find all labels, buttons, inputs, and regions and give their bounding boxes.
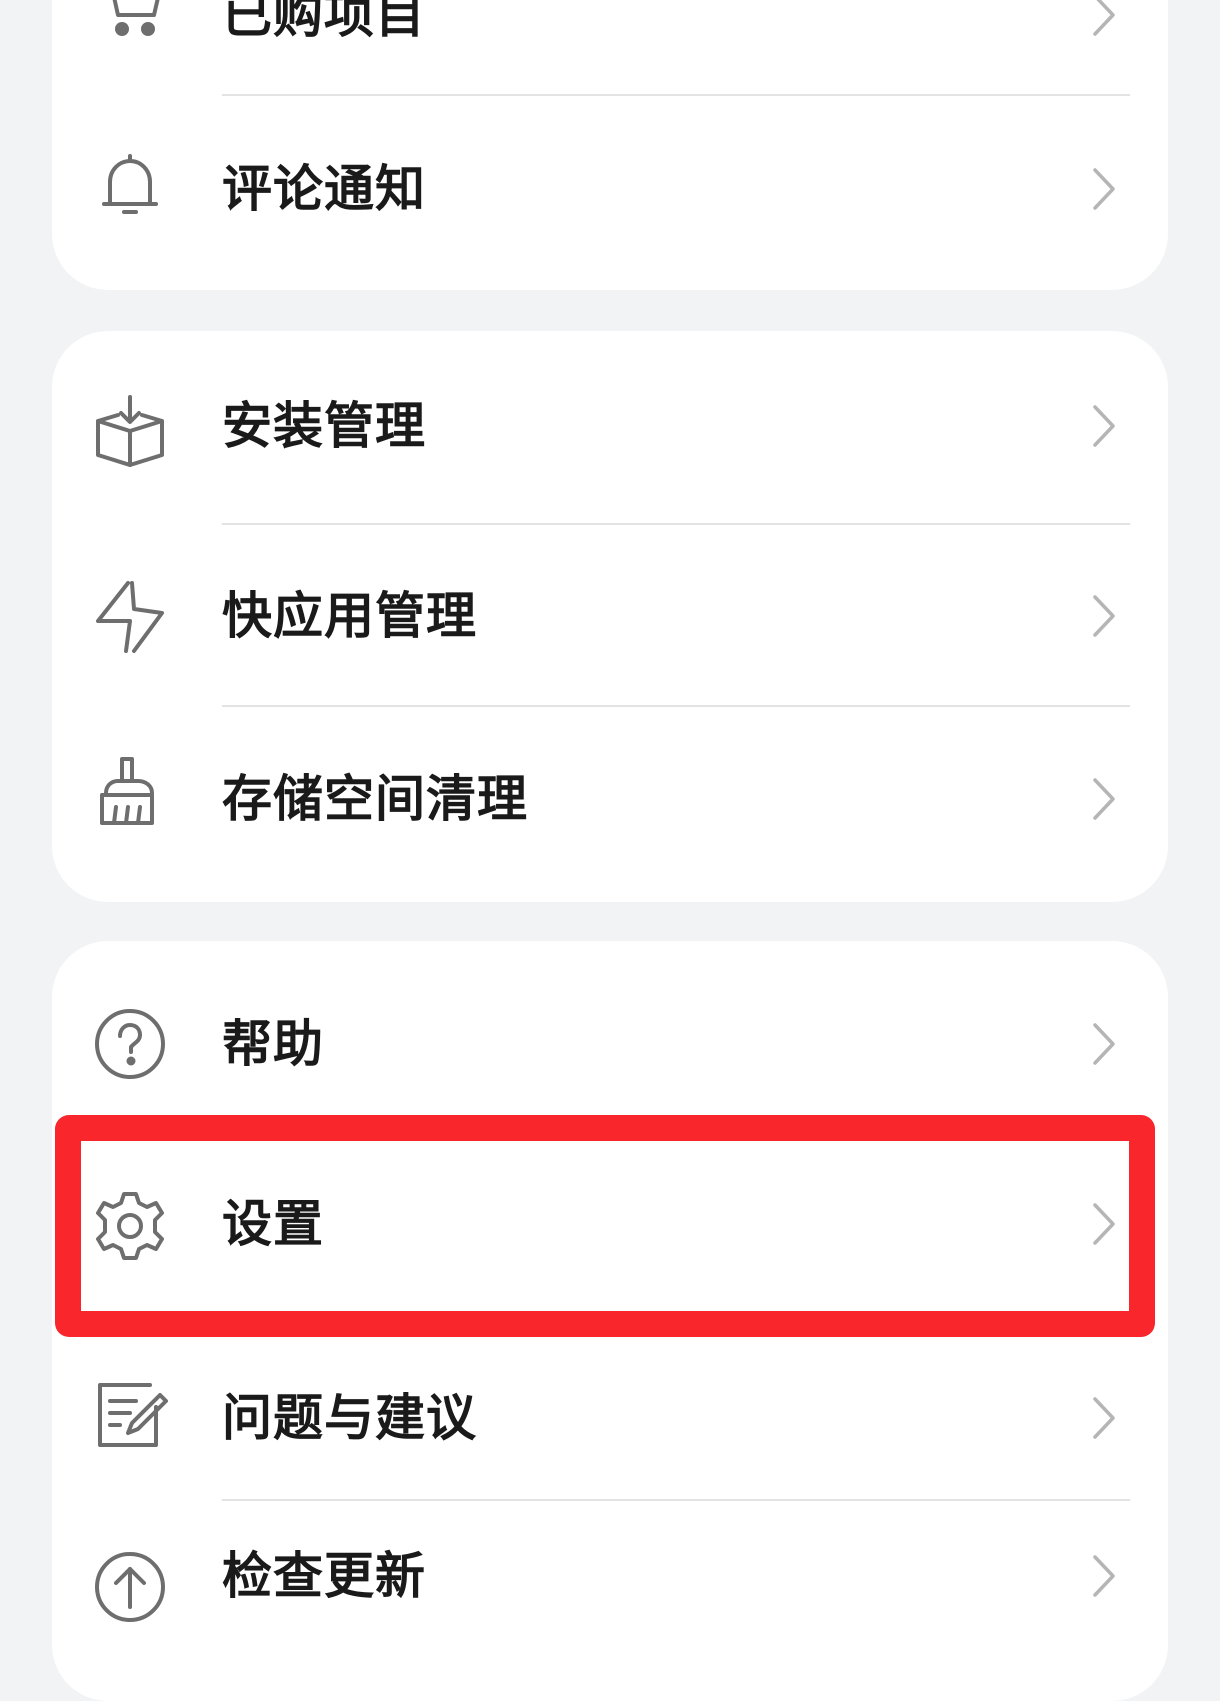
upload-circle-icon bbox=[92, 1549, 168, 1625]
chevron-right-icon bbox=[1089, 774, 1119, 824]
broom-icon bbox=[92, 753, 168, 829]
menu-card-purchases: 已购项目 评论通知 bbox=[52, 0, 1168, 290]
menu-item-install-management[interactable]: 安装管理 bbox=[52, 331, 1168, 521]
install-box-icon bbox=[92, 393, 168, 469]
menu-item-label: 设置 bbox=[222, 1195, 324, 1253]
feedback-edit-icon bbox=[92, 1377, 168, 1453]
chevron-right-icon bbox=[1089, 164, 1119, 214]
menu-item-label: 快应用管理 bbox=[222, 587, 477, 645]
gear-icon bbox=[92, 1188, 168, 1264]
menu-item-feedback[interactable]: 问题与建议 bbox=[52, 1335, 1168, 1499]
chevron-right-icon bbox=[1089, 0, 1119, 40]
menu-item-label: 评论通知 bbox=[222, 160, 426, 218]
menu-card-support: 帮助 设置 问题与建议 检查更新 bbox=[52, 941, 1168, 1701]
lightning-icon bbox=[92, 579, 168, 655]
menu-item-purchased[interactable]: 已购项目 bbox=[52, 0, 1168, 90]
menu-item-comment-notifications[interactable]: 评论通知 bbox=[52, 96, 1168, 276]
help-circle-icon bbox=[92, 1006, 168, 1082]
chevron-right-icon bbox=[1089, 1199, 1119, 1249]
chevron-right-icon bbox=[1089, 1019, 1119, 1069]
chevron-right-icon bbox=[1089, 1551, 1119, 1601]
chevron-right-icon bbox=[1089, 401, 1119, 451]
menu-item-quick-app-management[interactable]: 快应用管理 bbox=[52, 525, 1168, 705]
menu-item-check-updates[interactable]: 检查更新 bbox=[52, 1501, 1168, 1701]
menu-item-label: 已购项目 bbox=[222, 0, 426, 44]
menu-item-label: 检查更新 bbox=[222, 1547, 426, 1605]
shopping-cart-icon bbox=[92, 0, 168, 43]
menu-item-label: 问题与建议 bbox=[222, 1389, 477, 1447]
bell-icon bbox=[92, 148, 168, 224]
menu-item-label: 存储空间清理 bbox=[222, 770, 528, 828]
chevron-right-icon bbox=[1089, 591, 1119, 641]
menu-card-management: 安装管理 快应用管理 存储空间清理 bbox=[52, 331, 1168, 902]
menu-item-label: 帮助 bbox=[222, 1015, 324, 1073]
menu-item-settings[interactable]: 设置 bbox=[52, 1113, 1168, 1335]
chevron-right-icon bbox=[1089, 1393, 1119, 1443]
menu-item-storage-cleanup[interactable]: 存储空间清理 bbox=[52, 707, 1168, 897]
menu-item-help[interactable]: 帮助 bbox=[52, 941, 1168, 1113]
menu-item-label: 安装管理 bbox=[222, 397, 426, 455]
